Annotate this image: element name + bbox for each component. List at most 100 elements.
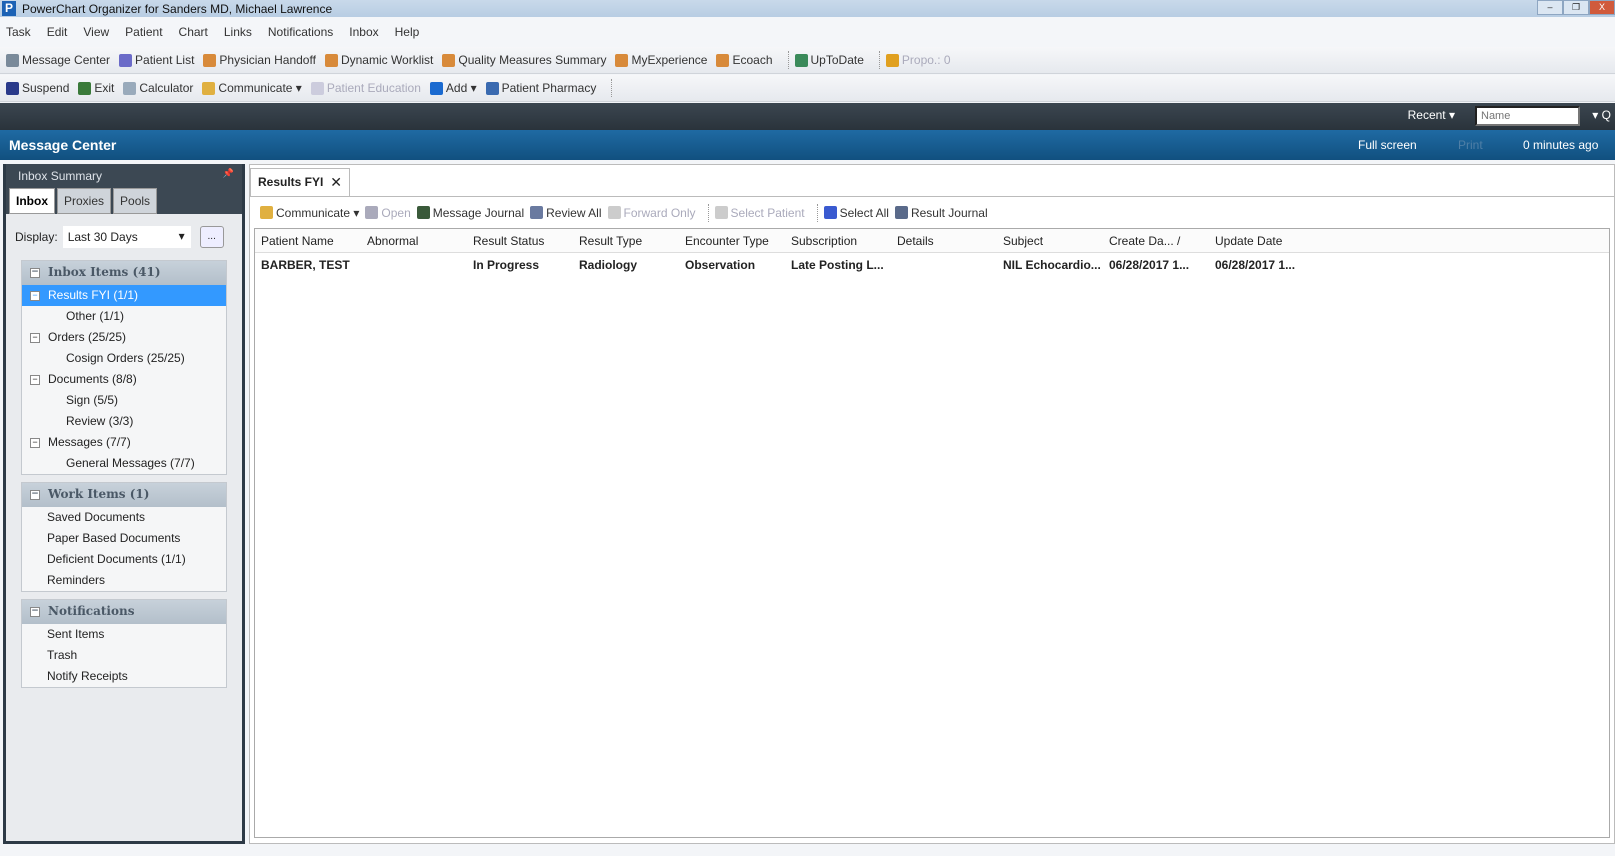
action-select-all[interactable]: Select All — [823, 205, 889, 220]
toolbar-button-physician-handoff[interactable]: Physician Handoff — [203, 53, 316, 67]
menu-patient[interactable]: Patient — [125, 25, 162, 39]
toolbar-button-patient-list[interactable]: Patient List — [119, 53, 194, 67]
toolbar-secondary: Suspend Exit Calculator Communicate ▾ Patien… — [0, 75, 1615, 102]
collapse-icon[interactable]: − — [30, 267, 40, 278]
collapse-icon[interactable]: − — [30, 489, 40, 500]
toolbar-button-communicate[interactable]: Communicate ▾ — [202, 81, 302, 95]
column-header[interactable]: Subscription — [785, 229, 891, 252]
window-title: PowerChart Organizer for Sanders MD, Mic… — [22, 1, 333, 16]
toolbar-button-exit[interactable]: Exit — [78, 81, 114, 95]
group-header[interactable]: − Work Items (1) — [22, 483, 226, 507]
inbox-item[interactable]: General Messages (7/7) — [22, 453, 226, 474]
tab-proxies[interactable]: Proxies — [57, 188, 112, 214]
display-select[interactable]: Last 30 Days — [62, 226, 191, 248]
action-result-journal[interactable]: Result Journal — [894, 206, 988, 220]
menu-help[interactable]: Help — [395, 25, 420, 39]
inbox-item[interactable]: Reminders — [22, 570, 226, 591]
inbox-item[interactable]: Saved Documents — [22, 507, 226, 528]
inbox-item[interactable]: Sent Items — [22, 624, 226, 645]
collapse-icon[interactable]: − — [30, 437, 40, 448]
group-header[interactable]: − Inbox Items (41) — [22, 261, 226, 285]
action-communicate[interactable]: Communicate ▾ — [260, 206, 359, 220]
minimize-button[interactable]: – — [1537, 0, 1563, 15]
menu-links[interactable]: Links — [224, 25, 252, 39]
action-message-journal[interactable]: Message Journal — [416, 206, 524, 220]
inbox-item[interactable]: Sign (5/5) — [22, 390, 226, 411]
inbox-item-label: Trash — [47, 648, 78, 662]
toolbar-button-propo-0[interactable]: Propo.: 0 — [885, 53, 951, 67]
menu-inbox[interactable]: Inbox — [349, 25, 378, 39]
button-label: Suspend — [22, 81, 70, 95]
patient-search-bar: Recent ▾ ▾ Q — [0, 103, 1615, 130]
inbox-item[interactable]: Trash — [22, 645, 226, 666]
column-header[interactable]: Abnormal — [361, 229, 467, 252]
tab-inbox[interactable]: Inbox — [9, 188, 55, 214]
collapse-icon[interactable]: − — [30, 290, 40, 301]
action-select-patient[interactable]: Select Patient — [714, 205, 805, 220]
recent-dropdown[interactable]: Recent ▾ — [1408, 108, 1455, 122]
toolbar-button-patient-education[interactable]: Patient Education — [310, 81, 421, 95]
search-icon[interactable]: ▾ Q — [1592, 108, 1611, 122]
inbox-item[interactable]: Other (1/1) — [22, 306, 226, 327]
inbox-item[interactable]: − Documents (8/8) — [22, 369, 226, 390]
menu-task[interactable]: Task — [6, 25, 31, 39]
column-header[interactable]: Update Date — [1209, 229, 1315, 252]
restore-button[interactable]: ❐ — [1563, 0, 1589, 15]
column-header[interactable]: Result Status — [467, 229, 573, 252]
toolbar-button-myexperience[interactable]: MyExperience — [615, 53, 707, 67]
toolbar-button-ecoach[interactable]: Ecoach — [716, 53, 773, 67]
column-header[interactable]: Result Type — [573, 229, 679, 252]
menu-view[interactable]: View — [83, 25, 109, 39]
close-button[interactable]: X — [1589, 0, 1615, 15]
toolbar-button-calculator[interactable]: Calculator — [123, 81, 193, 95]
toolbar-button-quality-measures-summary[interactable]: Quality Measures Summary — [442, 53, 606, 67]
action-label: Select Patient — [730, 205, 805, 220]
inbox-item[interactable]: Deficient Documents (1/1) — [22, 549, 226, 570]
inbox-item[interactable]: Cosign Orders (25/25) — [22, 348, 226, 369]
inbox-item[interactable]: Notify Receipts — [22, 666, 226, 687]
menu-notifications[interactable]: Notifications — [268, 25, 333, 39]
toolbar-button-dynamic-worklist[interactable]: Dynamic Worklist — [324, 53, 433, 67]
toolbar-button-uptodate[interactable]: UpToDate — [794, 53, 864, 67]
column-header[interactable]: Encounter Type — [679, 229, 785, 252]
refresh-button[interactable]: 0 minutes ago — [1523, 138, 1598, 152]
action-label: Communicate ▾ — [276, 205, 360, 220]
collapse-icon[interactable]: − — [30, 606, 40, 617]
column-header[interactable]: Details — [891, 229, 997, 252]
toolbar-button-add[interactable]: Add ▾ — [429, 81, 477, 95]
inbox-item[interactable]: − Orders (25/25) — [22, 327, 226, 348]
group-header[interactable]: − Notifications — [22, 600, 226, 624]
inbox-item[interactable]: − Messages (7/7) — [22, 432, 226, 453]
toolbar-button-message-center[interactable]: Message Center — [6, 53, 110, 67]
action-label: Select All — [839, 205, 889, 220]
chart-icon — [716, 53, 730, 67]
pin-icon[interactable]: 📌 — [223, 168, 234, 179]
tab-results-fyi[interactable]: Results FYI ✕ — [250, 168, 350, 196]
column-header[interactable]: Create Da... / — [1103, 229, 1209, 252]
collapse-icon[interactable]: − — [30, 374, 40, 385]
button-label: Communicate ▾ — [218, 81, 302, 95]
table-row[interactable]: BARBER, TEST In Progress Radiology Observat… — [255, 253, 1609, 275]
print-button[interactable]: Print — [1458, 138, 1483, 152]
button-label: Physician Handoff — [219, 53, 316, 67]
full-screen-button[interactable]: Full screen — [1358, 138, 1417, 152]
more-button[interactable]: ... — [199, 226, 224, 248]
toolbar-button-patient-pharmacy[interactable]: Patient Pharmacy — [485, 81, 596, 95]
close-tab-icon[interactable]: ✕ — [330, 174, 342, 191]
tab-pools[interactable]: Pools — [113, 188, 158, 214]
inbox-item[interactable]: Review (3/3) — [22, 411, 226, 432]
toolbar-button-suspend[interactable]: Suspend — [6, 81, 69, 95]
action-forward-only[interactable]: Forward Only — [607, 206, 696, 220]
patient-name-input[interactable] — [1475, 106, 1580, 126]
inbox-item[interactable]: Paper Based Documents — [22, 528, 226, 549]
inbox-item-label: Deficient Documents (1/1) — [47, 552, 186, 566]
menu-edit[interactable]: Edit — [47, 25, 68, 39]
column-header[interactable]: Patient Name — [255, 229, 361, 252]
column-header[interactable]: Subject — [997, 229, 1103, 252]
action-review-all[interactable]: Review All — [530, 206, 602, 220]
button-label: Exit — [94, 81, 115, 95]
collapse-icon[interactable]: − — [30, 332, 40, 343]
menu-chart[interactable]: Chart — [179, 25, 208, 39]
inbox-item[interactable]: − Results FYI (1/1) — [22, 285, 226, 306]
action-open[interactable]: Open — [365, 206, 411, 220]
